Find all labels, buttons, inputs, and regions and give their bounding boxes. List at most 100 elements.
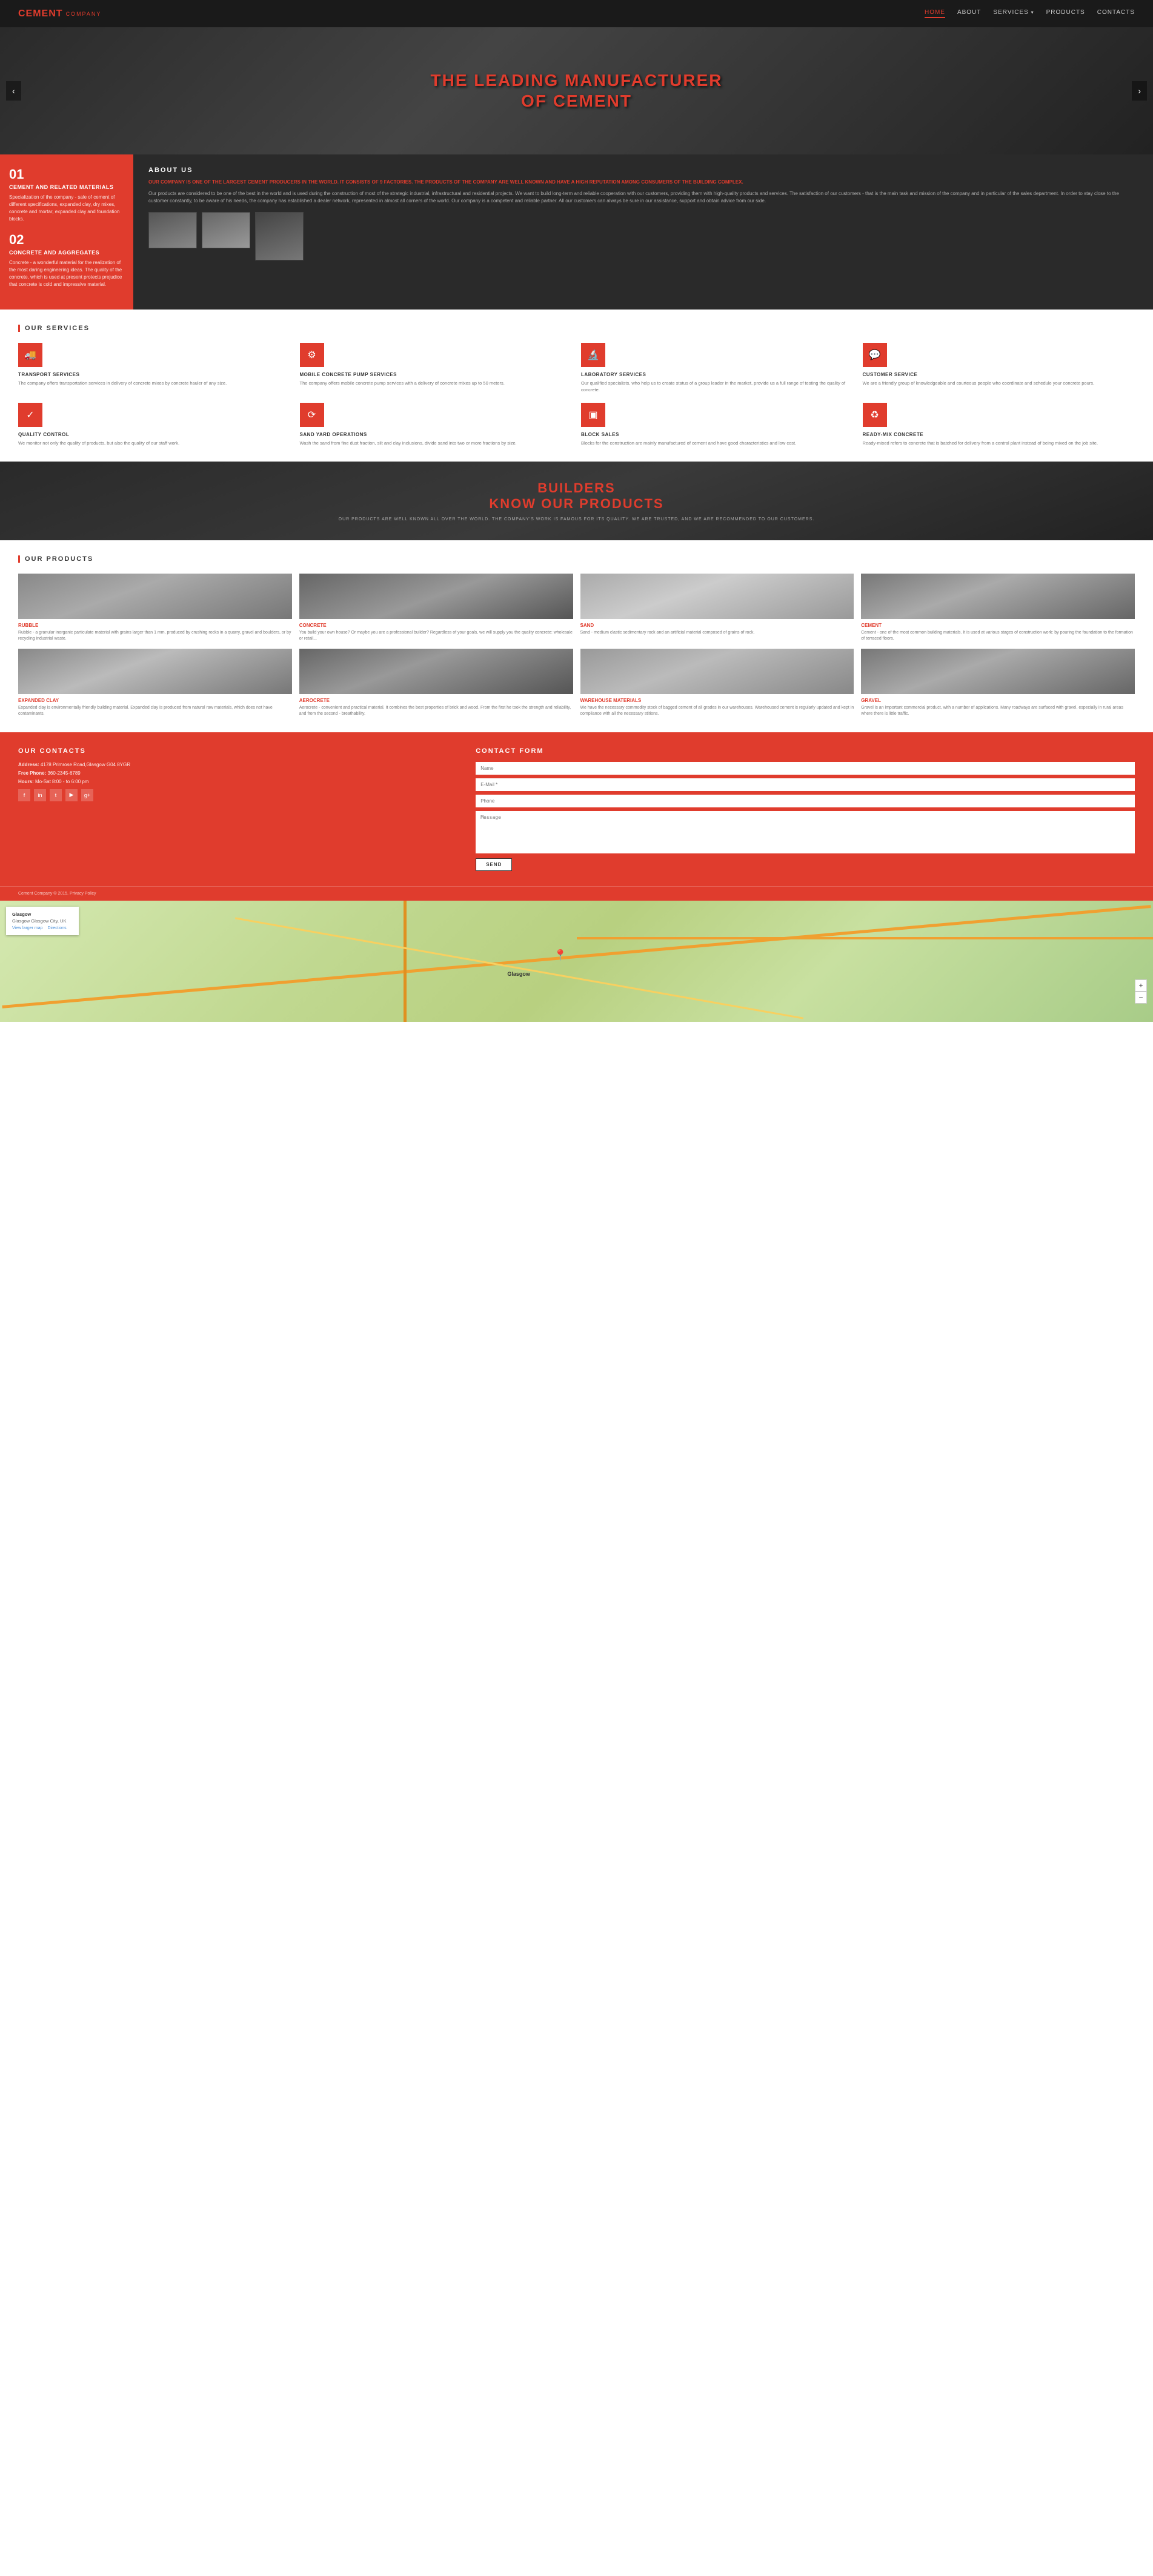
directions-link[interactable]: Directions — [47, 926, 66, 930]
services-title: OUR SERVICES — [18, 325, 1135, 332]
about-highlight: OUR COMPANY IS ONE OF THE LARGEST CEMENT… — [148, 179, 1138, 185]
map-overlay: Glasgow Glasgow Glasgow City, UK View la… — [6, 907, 79, 935]
service-desc: The company offers transportation servic… — [18, 380, 291, 386]
products-grid: RUBBLE Rubble - a granular inorganic par… — [18, 574, 1135, 717]
service-icon: 🔬 — [581, 343, 605, 367]
product-desc: Sand - medium clastic sedimentary rock a… — [580, 630, 854, 636]
product-desc: We have the necessary commodity stock of… — [580, 705, 854, 717]
contact-form: CONTACT FORM SEND — [476, 747, 1135, 871]
map-road-4 — [577, 937, 1153, 939]
privacy-policy-link[interactable]: Privacy Policy — [70, 892, 96, 896]
product-name: WAREHOUSE MATERIALS — [580, 698, 854, 703]
about-right-panel: ABOUT US OUR COMPANY IS ONE OF THE LARGE… — [133, 154, 1153, 310]
service-desc: We monitor not only the quality of produ… — [18, 440, 291, 446]
service-desc: Wash the sand from fine dust fraction, s… — [300, 440, 573, 446]
map-section: 📍 Glasgow Glasgow Glasgow Glasgow City, … — [0, 901, 1153, 1022]
contacts-section: OUR CONTACTS Address: 4178 Primrose Road… — [0, 732, 1153, 886]
service-name: BLOCK SALES — [581, 432, 854, 437]
product-image — [299, 649, 573, 694]
about-desc-2: Concrete - a wonderful material for the … — [9, 259, 124, 288]
service-desc: Blocks for the construction are mainly m… — [581, 440, 854, 446]
map-pin: 📍 — [553, 949, 567, 962]
product-desc: Gravel is an important commercial produc… — [861, 705, 1135, 717]
service-item: 🚚 TRANSPORT SERVICES The company offers … — [18, 343, 291, 394]
product-image — [18, 649, 292, 694]
service-item: 🔬 LABORATORY SERVICES Our qualified spec… — [581, 343, 854, 394]
service-item: ♻ READY-MIX CONCRETE Ready-mixed refers … — [863, 403, 1135, 446]
name-input[interactable] — [476, 762, 1135, 775]
social-twitter-icon[interactable]: t — [50, 789, 62, 801]
hero-content: THE LEADING MANUFACTURER OF CEMENT — [431, 70, 723, 111]
contact-hours: Hours: Mo-Sat 8:00 - to 6:00 pm — [18, 779, 457, 784]
service-icon: ▣ — [581, 403, 605, 427]
service-desc: Our qualified specialists, who help us t… — [581, 380, 854, 394]
service-desc: Ready-mixed refers to concrete that is b… — [863, 440, 1135, 446]
nav-products[interactable]: PRODUCTS — [1046, 9, 1085, 18]
hero-prev-button[interactable]: ‹ — [6, 81, 21, 101]
product-name: SAND — [580, 623, 854, 628]
phone-input[interactable] — [476, 795, 1135, 807]
service-name: SAND YARD OPERATIONS — [300, 432, 573, 437]
view-larger-map-link[interactable]: View larger map — [12, 926, 42, 930]
about-body: Our products are considered to be one of… — [148, 190, 1138, 205]
about-sub-2: CONCRETE AND AGGREGATES — [9, 250, 124, 256]
product-name: RUBBLE — [18, 623, 292, 628]
map-road-1 — [2, 905, 1151, 1008]
contacts-info: OUR CONTACTS Address: 4178 Primrose Road… — [18, 747, 457, 871]
zoom-out-button[interactable]: − — [1135, 992, 1147, 1004]
product-desc: Expanded clay is environmentally friendl… — [18, 705, 292, 717]
social-google-icon[interactable]: g+ — [81, 789, 93, 801]
service-desc: The company offers mobile concrete pump … — [300, 380, 573, 386]
map-background: 📍 Glasgow Glasgow Glasgow Glasgow City, … — [0, 901, 1153, 1022]
service-item: ⚙ MOBILE CONCRETE PUMP SERVICES The comp… — [300, 343, 573, 394]
contacts-title: OUR CONTACTS — [18, 747, 457, 755]
map-road-2 — [404, 901, 407, 1022]
about-image-1 — [148, 212, 197, 248]
social-youtube-icon[interactable]: ▶ — [65, 789, 78, 801]
product-name: EXPANDED CLAY — [18, 698, 292, 703]
service-icon: 💬 — [863, 343, 887, 367]
social-facebook-icon[interactable]: f — [18, 789, 30, 801]
product-name: CEMENT — [861, 623, 1135, 628]
product-item: EXPANDED CLAY Expanded clay is environme… — [18, 649, 292, 717]
services-section: OUR SERVICES 🚚 TRANSPORT SERVICES The co… — [0, 310, 1153, 462]
about-sub-1: CEMENT AND RELATED MATERIALS — [9, 184, 124, 190]
map-overlay-title: Glasgow — [12, 912, 73, 917]
zoom-in-button[interactable]: + — [1135, 979, 1147, 992]
logo[interactable]: CEMENT COMPANY — [18, 8, 101, 19]
email-input[interactable] — [476, 778, 1135, 791]
nav-about[interactable]: ABOUT — [957, 9, 981, 18]
services-grid: 🚚 TRANSPORT SERVICES The company offers … — [18, 343, 1135, 446]
nav-home[interactable]: HOME — [925, 9, 945, 18]
product-image — [861, 574, 1135, 619]
message-input[interactable] — [476, 811, 1135, 853]
map-zoom-controls: + − — [1135, 979, 1147, 1004]
hero-next-button[interactable]: › — [1132, 81, 1147, 101]
service-item: ✓ QUALITY CONTROL We monitor not only th… — [18, 403, 291, 446]
service-item: ▣ BLOCK SALES Blocks for the constructio… — [581, 403, 854, 446]
about-num-1: 01 — [9, 167, 124, 182]
main-nav: HOME ABOUT SERVICES ▾ PRODUCTS CONTACTS — [925, 9, 1135, 18]
nav-services[interactable]: SERVICES ▾ — [993, 9, 1034, 18]
social-linkedin-icon[interactable]: in — [34, 789, 46, 801]
product-item: CONCRETE You build your own house? Or ma… — [299, 574, 573, 642]
product-item: WAREHOUSE MATERIALS We have the necessar… — [580, 649, 854, 717]
logo-company: COMPANY — [66, 11, 102, 17]
service-item: 💬 CUSTOMER SERVICE We are a friendly gro… — [863, 343, 1135, 394]
contact-address: Address: 4178 Primrose Road,Glasgow G04 … — [18, 762, 457, 767]
hero-section: ‹ THE LEADING MANUFACTURER OF CEMENT › — [0, 27, 1153, 154]
product-item: SAND Sand - medium clastic sedimentary r… — [580, 574, 854, 642]
map-road-3 — [235, 917, 803, 1019]
service-icon: 🚚 — [18, 343, 42, 367]
product-image — [18, 574, 292, 619]
about-title: ABOUT US — [148, 167, 1138, 174]
contact-form-title: CONTACT FORM — [476, 747, 1135, 755]
about-image-2 — [202, 212, 250, 248]
service-name: LABORATORY SERVICES — [581, 372, 854, 377]
footer: Cement Company © 2015. Privacy Policy — [0, 886, 1153, 901]
nav-contacts[interactable]: CONTACTS — [1097, 9, 1135, 18]
product-item: GRAVEL Gravel is an important commercial… — [861, 649, 1135, 717]
send-button[interactable]: SEND — [476, 858, 512, 871]
header: CEMENT COMPANY HOME ABOUT SERVICES ▾ PRO… — [0, 0, 1153, 27]
service-item: ⟳ SAND YARD OPERATIONS Wash the sand fro… — [300, 403, 573, 446]
